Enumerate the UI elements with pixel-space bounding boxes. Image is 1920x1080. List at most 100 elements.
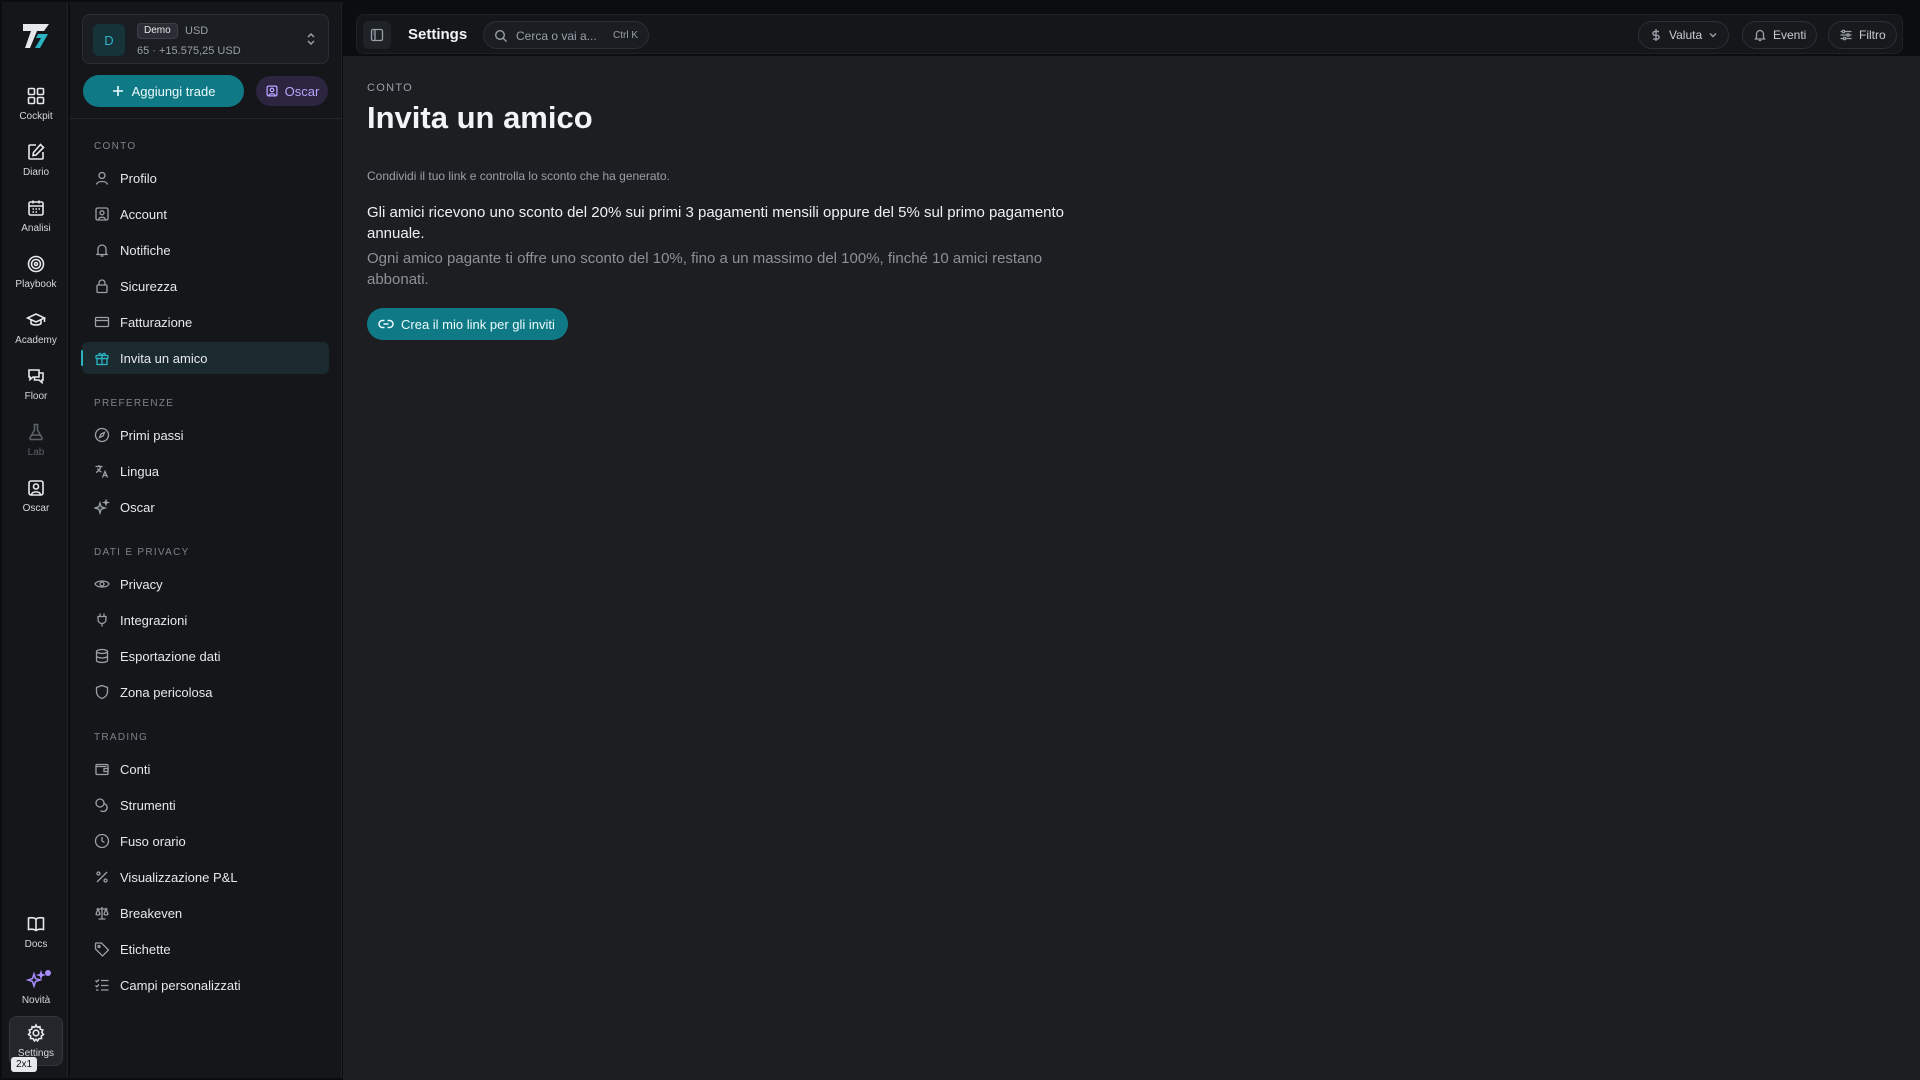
nav-item-oscar[interactable]: Oscar <box>82 491 329 523</box>
sidebar-toggle-button[interactable] <box>363 21 391 49</box>
user-square-icon <box>95 207 109 221</box>
coins-icon <box>95 798 108 813</box>
nav-item-notifiche[interactable]: Notifiche <box>82 234 329 266</box>
nav-item-esportazione-dati[interactable]: Esportazione dati <box>82 640 329 672</box>
nav-item-privacy[interactable]: Privacy <box>82 568 329 600</box>
rail-item-playbook[interactable]: Playbook <box>9 248 63 298</box>
rail-label: Oscar <box>22 503 50 514</box>
chevron-down-icon <box>1709 33 1717 38</box>
nav-label: Account <box>120 206 167 222</box>
nav-item-profilo[interactable]: Profilo <box>82 162 329 194</box>
nav-item-sicurezza[interactable]: Sicurezza <box>82 270 329 302</box>
nav-item-primi-passi[interactable]: Primi passi <box>82 419 329 451</box>
rail-item-oscar[interactable]: Oscar <box>9 472 63 522</box>
filtro-button[interactable]: Filtro <box>1828 21 1897 49</box>
rail-item-academy[interactable]: Academy <box>9 304 63 354</box>
rail-label: Lab <box>27 447 45 458</box>
nav-item-account[interactable]: Account <box>82 198 329 230</box>
section-label-preferenze: PREFERENZE <box>94 398 175 409</box>
nav-item-campi-personalizzati[interactable]: Campi personalizzati <box>82 969 329 1001</box>
nav-item-zona-pericolosa[interactable]: Zona pericolosa <box>82 676 329 708</box>
nav-item-strumenti[interactable]: Strumenti <box>82 789 329 821</box>
dollar-icon <box>1652 29 1660 41</box>
nav-item-integrazioni[interactable]: Integrazioni <box>82 604 329 636</box>
settings-sidebar: D Demo USD 65 · +15.575,25 USD Aggiungi … <box>70 2 342 1078</box>
add-trade-button[interactable]: Aggiungi trade <box>83 75 244 107</box>
rail-label: Academy <box>15 335 57 346</box>
tag-icon <box>94 942 110 957</box>
plug-icon <box>97 613 107 627</box>
filtro-label: Filtro <box>1859 28 1886 42</box>
search-input[interactable]: Cerca o vai a... Ctrl K <box>483 21 649 49</box>
calendar-icon <box>28 200 44 216</box>
nav-label: Lingua <box>120 463 160 479</box>
rail-item-lab[interactable]: Lab <box>9 416 63 466</box>
bell-icon <box>1754 29 1766 42</box>
top-bar-title: Settings <box>408 26 468 43</box>
nav-label: Notifiche <box>120 242 171 258</box>
sparkles-icon <box>94 499 110 515</box>
section-label-conto: CONTO <box>94 141 137 152</box>
database-icon <box>95 648 109 664</box>
nav-label: Conti <box>120 761 151 777</box>
bell-icon <box>95 244 109 257</box>
sliders-icon <box>1840 29 1852 41</box>
nav-label: Visualizzazione P&L <box>120 869 238 885</box>
edit-icon <box>28 143 45 160</box>
account-currency: USD <box>185 25 209 37</box>
oscar-label: Oscar <box>284 83 320 99</box>
chat-icon <box>28 369 44 385</box>
oscar-button[interactable]: Oscar <box>256 76 328 106</box>
rail-item-novita[interactable]: Novità <box>9 964 63 1014</box>
nav-item-conti[interactable]: Conti <box>82 753 329 785</box>
nav-item-fatturazione[interactable]: Fatturazione <box>82 306 329 338</box>
rail-item-diario[interactable]: Diario <box>9 136 63 186</box>
nav-label: Integrazioni <box>120 612 188 628</box>
section-label-dati-privacy: DATI E PRIVACY <box>94 547 190 558</box>
search-icon <box>494 29 507 42</box>
rail-item-docs[interactable]: Docs <box>9 908 63 958</box>
create-invite-link-button[interactable]: Crea il mio link per gli inviti <box>367 308 568 340</box>
rail-label: Novità <box>21 995 51 1006</box>
search-shortcut: Ctrl K <box>613 30 638 41</box>
sparkles-icon <box>26 970 46 989</box>
user-square-icon <box>266 85 278 97</box>
notification-dot <box>45 970 51 976</box>
book-icon <box>27 916 45 932</box>
valuta-label: Valuta <box>1669 28 1703 42</box>
account-switcher[interactable]: D Demo USD 65 · +15.575,25 USD <box>82 14 329 64</box>
nav-item-breakeven[interactable]: Breakeven <box>82 897 329 929</box>
rail-label: Floor <box>24 391 48 402</box>
eventi-button[interactable]: Eventi <box>1742 21 1818 49</box>
nav-label: Invita un amico <box>120 350 208 366</box>
translate-icon <box>95 465 109 478</box>
nav-item-etichette[interactable]: Etichette <box>82 933 329 965</box>
nav-label: Privacy <box>120 576 163 592</box>
rail-item-floor[interactable]: Floor <box>9 360 63 410</box>
gift-icon <box>95 352 109 366</box>
nav-item-lingua[interactable]: Lingua <box>82 455 329 487</box>
size-chip: 2x1 <box>11 1057 38 1072</box>
eye-icon <box>94 580 110 588</box>
nav-label: Esportazione dati <box>120 648 221 664</box>
app-logo-icon[interactable] <box>20 20 52 52</box>
main-content: CONTO Invita un amico Condividi il tuo l… <box>343 56 1920 1080</box>
rail-label: Analisi <box>21 223 51 234</box>
divider <box>70 118 342 119</box>
rail-item-cockpit[interactable]: Cockpit <box>9 80 63 130</box>
nav-label: Breakeven <box>120 905 183 921</box>
page-subtitle: Condividi il tuo link e controlla lo sco… <box>367 169 670 183</box>
nav-item-invita-un-amico[interactable]: Invita un amico <box>81 342 329 374</box>
search-placeholder: Cerca o vai a... <box>516 29 597 43</box>
valuta-dropdown[interactable]: Valuta <box>1638 21 1730 49</box>
lock-icon <box>96 279 108 294</box>
page-title: Invita un amico <box>367 100 593 135</box>
nav-label: Profilo <box>120 170 157 186</box>
user-icon <box>95 171 109 185</box>
nav-item-visualizzazione-pl[interactable]: Visualizzazione P&L <box>82 861 329 893</box>
nav-label: Strumenti <box>120 797 176 813</box>
nav-label: Fatturazione <box>120 314 193 330</box>
nav-item-fuso-orario[interactable]: Fuso orario <box>82 825 329 857</box>
rail-item-analisi[interactable]: Analisi <box>9 192 63 242</box>
rail-label: Diario <box>22 167 50 178</box>
